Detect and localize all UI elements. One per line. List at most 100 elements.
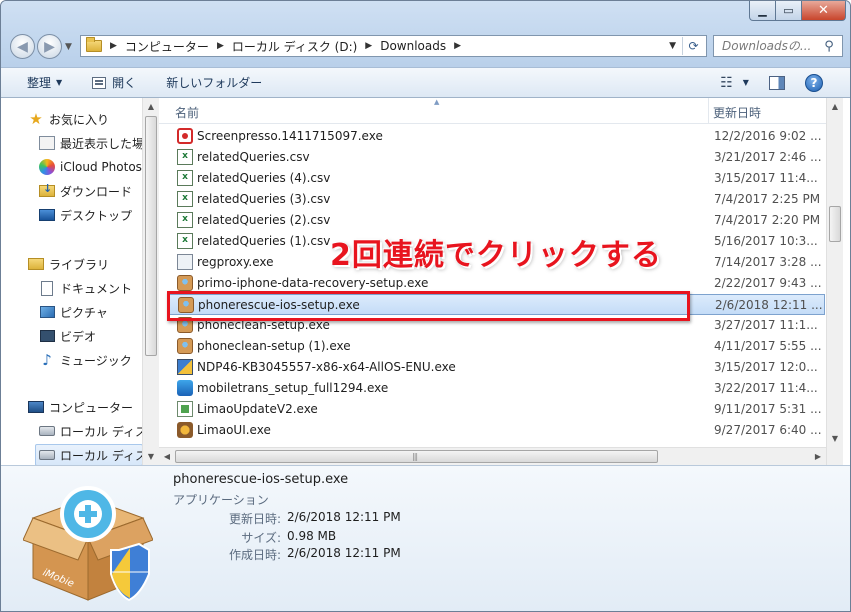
file-modified-date: 3/27/2017 11:1... [714, 318, 818, 332]
file-row[interactable]: mobiletrans_setup_full1294.exe 3/22/2017 … [169, 378, 825, 399]
forward-arrow-icon: ▶ [44, 38, 55, 55]
file-row[interactable]: phoneclean-setup (1).exe 4/11/2017 5:55 .… [169, 336, 825, 357]
detail-created-value: 2/6/2018 12:11 PM [287, 546, 401, 560]
file-row[interactable]: relatedQueries (2).csv 7/4/2017 2:20 PM [169, 210, 825, 231]
forward-button[interactable]: ▶ [37, 34, 62, 59]
chevron-right-icon[interactable]: ▶ [454, 41, 461, 51]
close-button[interactable]: ✕ [802, 1, 846, 21]
file-name: NDP46-KB3045557-x86-x64-AllOS-ENU.exe [197, 360, 456, 374]
search-icon[interactable]: ⚲ [820, 39, 838, 54]
nav-desktop[interactable]: デスクトップ [39, 204, 132, 226]
nav-downloads[interactable]: ダウンロード [39, 180, 132, 202]
view-options-button[interactable]: ☷ ▼ [720, 68, 749, 97]
file-row[interactable]: phoneclean-setup.exe 3/27/2017 11:1... [169, 315, 825, 336]
minimize-button[interactable]: ▁ [749, 1, 776, 21]
nav-local-disk-c[interactable]: ローカル ディス [39, 420, 147, 442]
scroll-up-icon[interactable]: ▲ [827, 98, 843, 114]
drive-icon [39, 426, 55, 436]
file-row[interactable]: NDP46-KB3045557-x86-x64-AllOS-ENU.exe 3/1… [169, 357, 825, 378]
file-name: regproxy.exe [197, 255, 274, 269]
breadcrumb-downloads[interactable]: Downloads [380, 39, 446, 53]
maximize-button[interactable]: ▭ [776, 1, 802, 21]
file-row[interactable]: relatedQueries (4).csv 3/15/2017 11:4... [169, 168, 825, 189]
file-name: relatedQueries (1).csv [197, 234, 331, 248]
column-header-name[interactable]: 名前 [175, 104, 199, 121]
organize-button[interactable]: 整理 ▼ [27, 68, 62, 97]
file-row[interactable]: Screenpresso.1411715097.exe 12/2/2016 9:0… [169, 126, 825, 147]
new-folder-label: 新しいフォルダー [166, 76, 263, 90]
csv-icon [177, 170, 193, 186]
window-controls: ▁ ▭ ✕ [749, 1, 846, 21]
annotation-text: 2回連続でクリックする [330, 238, 662, 273]
nav-documents[interactable]: ドキュメント [39, 277, 132, 299]
column-divider[interactable] [708, 98, 709, 124]
horizontal-scroll-thumb[interactable]: ||| [175, 450, 658, 463]
help-button[interactable]: ? [804, 68, 823, 97]
chevron-right-icon[interactable]: ▶ [217, 41, 224, 51]
scroll-right-icon[interactable]: ▶ [810, 448, 826, 464]
file-name: primo-iphone-data-recovery-setup.exe [197, 276, 429, 290]
file-modified-date: 12/2/2016 9:02 ... [714, 129, 822, 143]
file-list-vertical-scrollbar[interactable]: ▲ ▼ [826, 98, 843, 465]
nav-recent-places[interactable]: 最近表示した場 [39, 132, 144, 154]
file-row[interactable]: phonerescue-ios-setup.exe 2/6/2018 12:11 … [169, 294, 825, 315]
column-header-date[interactable]: 更新日時 [713, 104, 761, 121]
nav-pictures[interactable]: ピクチャ [39, 301, 108, 323]
chevron-right-icon[interactable]: ▶ [365, 41, 372, 51]
file-name: phonerescue-ios-setup.exe [198, 298, 360, 312]
address-history-dropdown[interactable]: ▼ [669, 41, 676, 51]
nav-label: ピクチャ [60, 305, 108, 320]
file-row[interactable]: primo-iphone-data-recovery-setup.exe 2/22… [169, 273, 825, 294]
recent-pages-dropdown[interactable]: ▼ [65, 42, 72, 52]
nav-computer[interactable]: コンピューター [28, 396, 133, 418]
file-name: relatedQueries (2).csv [197, 213, 331, 227]
file-name: LimaoUI.exe [197, 423, 271, 437]
back-button[interactable]: ◀ [10, 34, 35, 59]
nav-libraries[interactable]: ライブラリ [28, 253, 109, 275]
breadcrumb-local-disk-d[interactable]: ローカル ディスク (D:) [232, 38, 357, 55]
detail-size: サイズ: 0.98 MB [173, 529, 593, 547]
new-folder-button[interactable]: 新しいフォルダー [166, 68, 262, 97]
file-row[interactable]: relatedQueries (3).csv 7/4/2017 2:25 PM [169, 189, 825, 210]
breadcrumb-computer[interactable]: コンピューター [125, 38, 209, 55]
preview-pane-icon [768, 75, 785, 90]
scroll-down-icon[interactable]: ▼ [827, 430, 843, 446]
scroll-up-icon[interactable]: ▲ [143, 98, 159, 114]
nav-scrollbar[interactable]: ▲ ▼ [142, 98, 159, 465]
installer-box-icon [177, 275, 193, 291]
refresh-icon[interactable]: ⟳ [682, 37, 704, 55]
scroll-left-icon[interactable]: ◀ [159, 448, 175, 464]
nav-favorites[interactable]: ★ お気に入り [28, 108, 109, 130]
help-icon: ? [804, 73, 823, 92]
open-icon [92, 76, 107, 89]
screenpresso-icon [177, 128, 193, 144]
nav-scroll-thumb[interactable] [145, 116, 157, 356]
column-headers: ▲ 名前 更新日時 [159, 98, 833, 124]
mobiletrans-icon [177, 380, 193, 396]
file-modified-date: 7/4/2017 2:25 PM [714, 192, 821, 206]
file-list-horizontal-scrollbar[interactable]: ◀ ||| ▶ [159, 447, 826, 465]
file-name: LimaoUpdateV2.exe [197, 402, 318, 416]
file-row[interactable]: relatedQueries.csv 3/21/2017 2:46 ... [169, 147, 825, 168]
search-input[interactable] [714, 39, 820, 53]
nav-icloud-photos[interactable]: iCloud Photos [39, 156, 142, 178]
vertical-scroll-thumb[interactable] [829, 206, 841, 242]
file-row[interactable]: LimaoUpdateV2.exe 9/11/2017 5:31 ... [169, 399, 825, 420]
chevron-right-icon[interactable]: ▶ [110, 41, 117, 51]
file-name: relatedQueries (3).csv [197, 192, 331, 206]
nav-music[interactable]: ♪ ミュージック [39, 349, 132, 371]
open-button[interactable]: 開く [92, 68, 136, 97]
address-bar[interactable]: ▶ コンピューター ▶ ローカル ディスク (D:) ▶ Downloads ▶… [80, 35, 707, 57]
organize-label: 整理 [27, 76, 52, 90]
nav-videos[interactable]: ビデオ [39, 325, 96, 347]
installer-box-icon: iMobie [23, 486, 153, 602]
file-row[interactable]: LimaoUI.exe 9/27/2017 6:40 ... [169, 420, 825, 441]
music-note-icon: ♪ [42, 351, 52, 369]
scroll-down-icon[interactable]: ▼ [143, 448, 159, 464]
desktop-icon [39, 209, 55, 221]
nav-label: コンピューター [49, 400, 134, 415]
explorer-window: ▁ ▭ ✕ ◀ ▶ ▼ ▶ コンピューター ▶ ローカル ディスク (D:) ▶… [0, 0, 851, 612]
preview-pane-button[interactable] [768, 68, 785, 97]
nav-label: iCloud Photos [60, 160, 142, 174]
nav-local-disk-d[interactable]: ローカル ディス [35, 444, 147, 465]
